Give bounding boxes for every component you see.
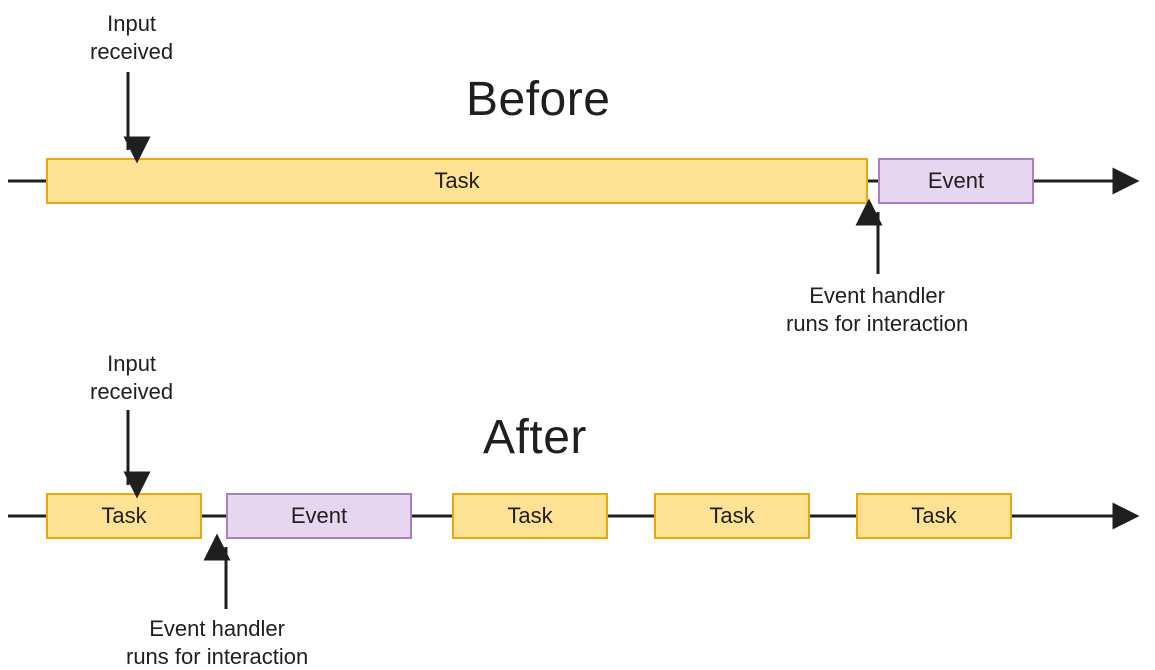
before-title: Before [466, 72, 610, 127]
before-task-box: Task [46, 158, 868, 204]
after-task3-box-label: Task [709, 503, 754, 529]
after-event-handler-label: Event handlerruns for interaction [126, 615, 308, 670]
after-task4-box: Task [856, 493, 1012, 539]
after-event-box: Event [226, 493, 412, 539]
after-event-box-label: Event [291, 503, 347, 529]
before-event-handler-label: Event handlerruns for interaction [786, 282, 968, 337]
after-task2-box: Task [452, 493, 608, 539]
before-input-received-label: Inputreceived [90, 10, 173, 65]
after-task3-box: Task [654, 493, 810, 539]
after-input-received-label: Inputreceived [90, 350, 173, 405]
diagram-root: Before Inputreceived Task Event Event ha… [0, 0, 1155, 647]
after-task1-box: Task [46, 493, 202, 539]
after-title: After [483, 410, 587, 465]
after-task4-box-label: Task [911, 503, 956, 529]
after-task2-box-label: Task [507, 503, 552, 529]
after-task1-box-label: Task [101, 503, 146, 529]
before-task-box-label: Task [434, 168, 479, 194]
before-event-box: Event [878, 158, 1034, 204]
before-event-box-label: Event [928, 168, 984, 194]
